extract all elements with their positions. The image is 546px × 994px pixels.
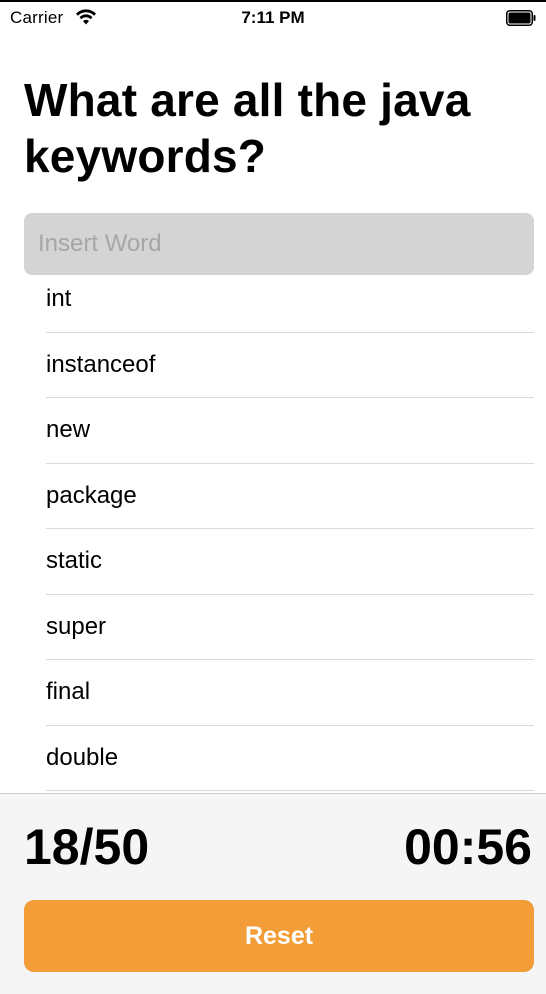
word-label: new — [46, 416, 91, 444]
page-title: What are all the java keywords? — [24, 74, 471, 182]
word-label: static — [46, 547, 103, 575]
list-item: package — [46, 464, 534, 529]
battery-full-icon — [506, 10, 536, 26]
list-item: double — [46, 726, 534, 791]
countdown-timer: 00:56 — [404, 819, 532, 875]
word-label: double — [46, 743, 119, 771]
footer-panel: 18/50 00:56 Reset — [0, 793, 546, 994]
word-list-items: int instanceof new package static super … — [46, 275, 534, 791]
word-label: super — [46, 612, 107, 640]
word-label: int — [46, 285, 72, 313]
list-item: int — [46, 275, 534, 333]
list-item: static — [46, 529, 534, 595]
list-item: super — [46, 595, 534, 660]
list-item: new — [46, 398, 534, 464]
status-time: 7:11 PM — [241, 8, 305, 27]
list-item: instanceof — [46, 333, 534, 398]
list-item: final — [46, 660, 534, 726]
word-label: instanceof — [46, 350, 156, 378]
word-input[interactable] — [24, 213, 534, 275]
score-counter: 18/50 — [24, 819, 150, 875]
word-list[interactable]: int instanceof new package static super … — [0, 275, 546, 794]
word-label: final — [46, 678, 91, 706]
search-field[interactable] — [24, 213, 534, 275]
word-label: package — [46, 481, 137, 509]
reset-button[interactable]: Reset — [24, 900, 534, 972]
status-bar: Carrier 7:11 PM — [0, 0, 546, 34]
